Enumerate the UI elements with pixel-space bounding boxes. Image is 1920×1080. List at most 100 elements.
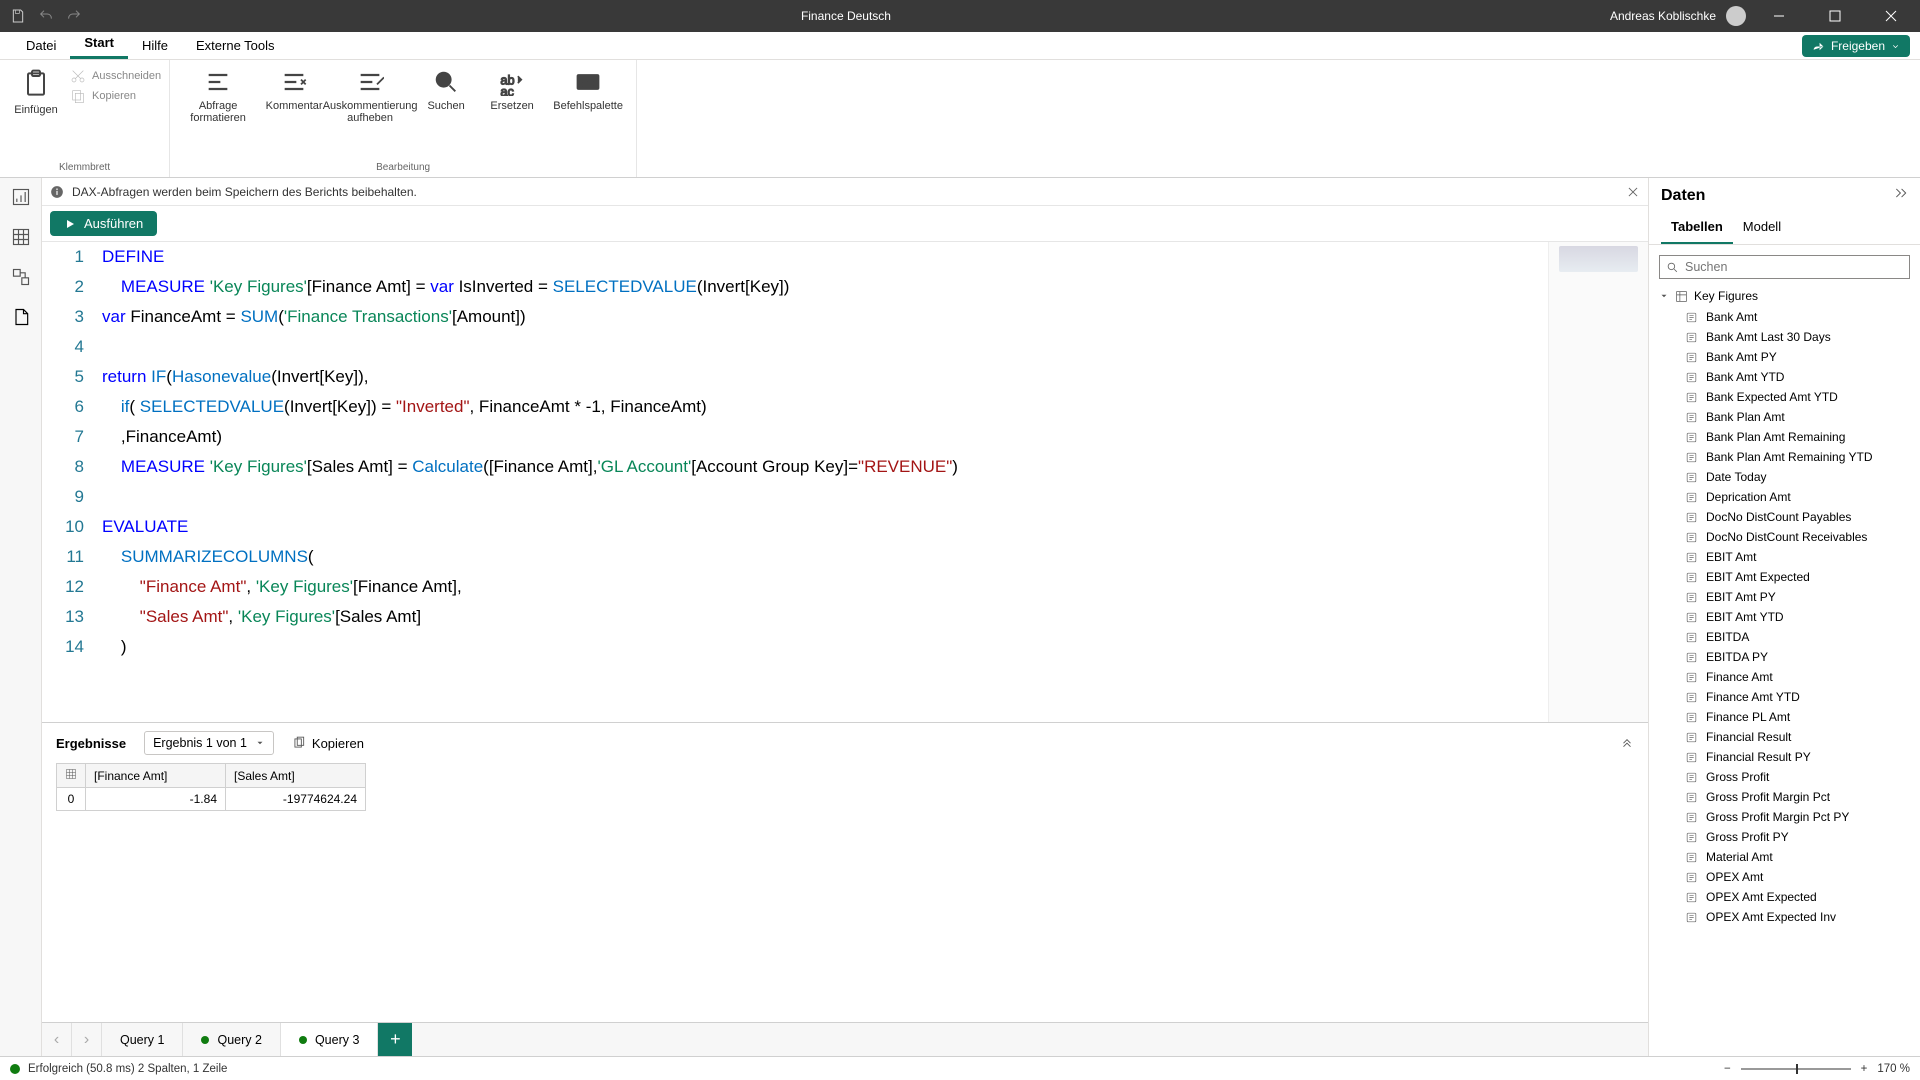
comment-button[interactable]: Kommentar [264, 64, 324, 112]
title-bar: Finance Deutsch Andreas Koblischke [0, 0, 1920, 32]
data-search[interactable] [1659, 255, 1910, 279]
tree-field[interactable]: Finance PL Amt [1649, 707, 1920, 727]
query-tab-add[interactable]: + [378, 1023, 412, 1056]
data-pane-title: Daten [1661, 187, 1705, 205]
undo-icon[interactable] [38, 8, 54, 24]
zoom-slider[interactable] [1741, 1068, 1851, 1070]
code-editor[interactable]: 1DEFINE2 MEASURE 'Key Figures'[Finance A… [42, 242, 1648, 722]
replace-label: Ersetzen [490, 100, 533, 112]
tree-field[interactable]: Bank Amt PY [1649, 347, 1920, 367]
nav-data-view[interactable] [8, 224, 34, 250]
copy-label: Kopieren [92, 90, 136, 102]
menu-tab-hilfe[interactable]: Hilfe [128, 32, 182, 59]
data-tab-tables[interactable]: Tabellen [1661, 211, 1733, 244]
menu-tab-datei[interactable]: Datei [12, 32, 70, 59]
tree-field[interactable]: Material Amt [1649, 847, 1920, 867]
find-button[interactable]: Suchen [416, 64, 476, 112]
tree-field[interactable]: Bank Expected Amt YTD [1649, 387, 1920, 407]
results-copy-button[interactable]: Kopieren [292, 736, 364, 751]
window-maximize-button[interactable] [1812, 0, 1858, 32]
run-button[interactable]: Ausführen [50, 211, 157, 236]
tree-field[interactable]: EBITDA [1649, 627, 1920, 647]
tree-field[interactable]: Financial Result PY [1649, 747, 1920, 767]
save-icon[interactable] [10, 8, 26, 24]
tree-field[interactable]: Gross Profit Margin Pct [1649, 787, 1920, 807]
data-tab-model[interactable]: Modell [1733, 211, 1791, 244]
tree-field[interactable]: Finance Amt YTD [1649, 687, 1920, 707]
results-grid[interactable]: [Finance Amt][Sales Amt]0-1.84-19774624.… [56, 763, 366, 811]
tree-field[interactable]: Bank Plan Amt Remaining YTD [1649, 447, 1920, 467]
tree-field[interactable]: Finance Amt [1649, 667, 1920, 687]
menu-tab-start[interactable]: Start [70, 29, 128, 59]
avatar[interactable] [1726, 6, 1746, 26]
nav-model-view[interactable] [8, 264, 34, 290]
window-close-button[interactable] [1868, 0, 1914, 32]
tree-field[interactable]: Bank Amt YTD [1649, 367, 1920, 387]
nav-dax-view[interactable] [8, 304, 34, 330]
tree-table-header[interactable]: Key Figures [1649, 285, 1920, 307]
comment-label: Kommentar [266, 100, 323, 112]
search-icon [1666, 261, 1679, 274]
tree-field[interactable]: OPEX Amt Expected [1649, 887, 1920, 907]
user-name: Andreas Koblischke [1610, 9, 1716, 23]
status-ok-icon [10, 1064, 20, 1074]
tree-field[interactable]: Bank Amt Last 30 Days [1649, 327, 1920, 347]
zoom-out[interactable]: − [1724, 1063, 1731, 1075]
tree-field[interactable]: Gross Profit [1649, 767, 1920, 787]
tree-field[interactable]: Bank Amt [1649, 307, 1920, 327]
nav-report-view[interactable] [8, 184, 34, 210]
tree-field[interactable]: Bank Plan Amt [1649, 407, 1920, 427]
command-palette-button[interactable]: abl Befehlspalette [548, 64, 628, 112]
tree-field[interactable]: Deprication Amt [1649, 487, 1920, 507]
svg-text:abl: abl [582, 78, 596, 90]
zoom-level: 170 % [1877, 1063, 1910, 1075]
tree-field[interactable]: OPEX Amt [1649, 867, 1920, 887]
data-pane-expand[interactable] [1894, 186, 1908, 205]
tree-field[interactable]: Gross Profit PY [1649, 827, 1920, 847]
format-query-button[interactable]: Abfrage formatieren [178, 64, 258, 124]
window-minimize-button[interactable] [1756, 0, 1802, 32]
paste-label: Einfügen [14, 104, 57, 116]
results-collapse-button[interactable] [1620, 735, 1634, 752]
info-bar: DAX-Abfragen werden beim Speichern des B… [42, 178, 1648, 206]
tree-field[interactable]: Date Today [1649, 467, 1920, 487]
ribbon-group-edit-label: Bearbeitung [178, 162, 628, 175]
share-button-label: Freigeben [1831, 39, 1885, 53]
tree-field[interactable]: EBITDA PY [1649, 647, 1920, 667]
tree-field[interactable]: Gross Profit Margin Pct PY [1649, 807, 1920, 827]
query-tab-bar: ‹ › Query 1Query 2Query 3 + [42, 1022, 1648, 1056]
paste-button[interactable]: Einfügen [8, 64, 64, 116]
query-tab-prev[interactable]: ‹ [42, 1023, 72, 1056]
editor-toolbar: Ausführen [42, 206, 1648, 242]
tree-field[interactable]: Bank Plan Amt Remaining [1649, 427, 1920, 447]
tree-field[interactable]: EBIT Amt [1649, 547, 1920, 567]
tree-field[interactable]: EBIT Amt Expected [1649, 567, 1920, 587]
query-tab[interactable]: Query 1 [102, 1023, 183, 1056]
share-button[interactable]: Freigeben [1802, 35, 1910, 57]
replace-button[interactable]: abac Ersetzen [482, 64, 542, 112]
zoom-in[interactable]: + [1861, 1063, 1868, 1075]
tree-field[interactable]: OPEX Amt Expected Inv [1649, 907, 1920, 927]
tree-field[interactable]: Financial Result [1649, 727, 1920, 747]
results-selector[interactable]: Ergebnis 1 von 1 [144, 731, 274, 755]
query-tab-next[interactable]: › [72, 1023, 102, 1056]
ribbon-group-clipboard-label: Klemmbrett [8, 162, 161, 175]
query-tab[interactable]: Query 2 [183, 1023, 280, 1056]
svg-text:ac: ac [500, 84, 514, 96]
minimap[interactable] [1548, 242, 1648, 722]
info-close-icon[interactable] [1626, 185, 1640, 199]
tree-field[interactable]: DocNo DistCount Payables [1649, 507, 1920, 527]
tree-field[interactable]: EBIT Amt PY [1649, 587, 1920, 607]
cut-button: Ausschneiden [70, 68, 161, 84]
ribbon: Einfügen Ausschneiden Kopieren Klemmbret… [0, 60, 1920, 178]
query-tab[interactable]: Query 3 [281, 1023, 378, 1056]
redo-icon[interactable] [66, 8, 82, 24]
field-tree[interactable]: Key Figures Bank Amt Bank Amt Last 30 Da… [1649, 285, 1920, 1056]
uncomment-button[interactable]: Auskommentierung aufheben [330, 64, 410, 124]
data-search-input[interactable] [1685, 260, 1903, 274]
status-bar: Erfolgreich (50.8 ms) 2 Spalten, 1 Zeile… [0, 1056, 1920, 1080]
menu-tab-externe-tools[interactable]: Externe Tools [182, 32, 289, 59]
nav-rail [0, 178, 42, 1056]
tree-field[interactable]: DocNo DistCount Receivables [1649, 527, 1920, 547]
tree-field[interactable]: EBIT Amt YTD [1649, 607, 1920, 627]
